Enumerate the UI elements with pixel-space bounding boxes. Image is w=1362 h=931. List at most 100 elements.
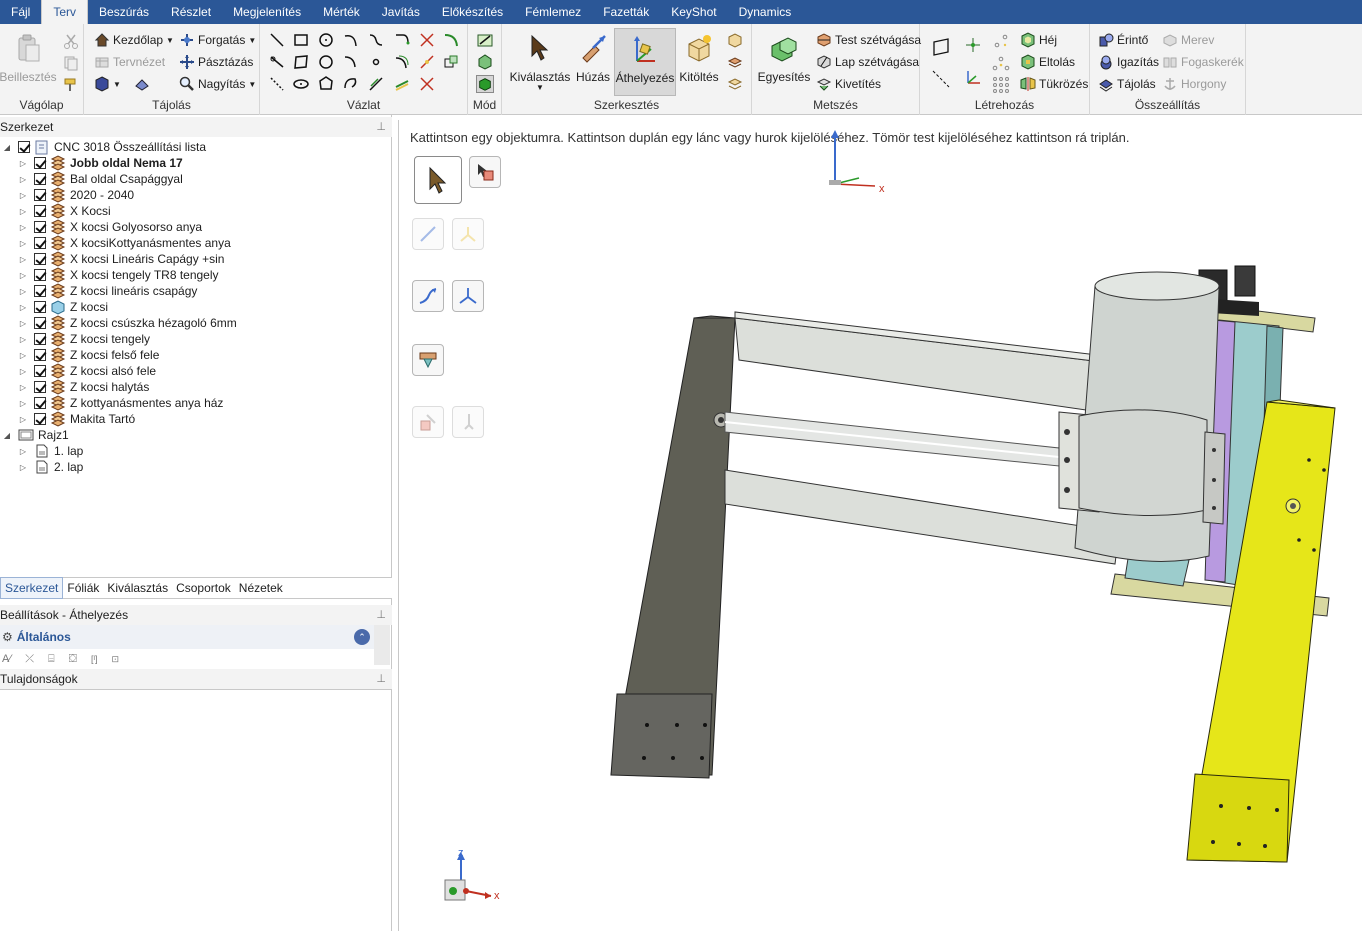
tab-views[interactable]: Nézetek (235, 578, 287, 598)
tab-layers[interactable]: Fóliák (63, 578, 103, 598)
expand-icon[interactable]: ▷ (18, 351, 28, 360)
align-button[interactable]: Igazítás (1098, 52, 1159, 72)
expand-icon[interactable]: ▷ (18, 415, 28, 424)
fill-tool-button[interactable]: Kitöltés (678, 28, 720, 84)
tangent-button[interactable]: Érintő (1098, 30, 1148, 50)
project-curve-icon[interactable] (442, 53, 460, 71)
tree-item[interactable]: ▷ Z kocsi lineáris csapágy (18, 283, 197, 299)
view-cube-button[interactable]: ▼ (94, 74, 150, 94)
expand-icon[interactable]: ▷ (18, 319, 28, 328)
expand-icon[interactable]: ▷ (18, 239, 28, 248)
tree-sheet-1[interactable]: ▷ 1. lap (18, 443, 83, 459)
construction-line-icon[interactable] (268, 75, 286, 93)
point-tool-icon[interactable] (367, 53, 385, 71)
expand-icon[interactable]: ▷ (18, 367, 28, 376)
visibility-checkbox[interactable] (34, 333, 46, 345)
tree-item[interactable]: ▷ Z kocsi felső fele (18, 347, 159, 363)
collapse-section-icon[interactable]: ⌃ (354, 629, 370, 645)
combine-button[interactable]: Egyesítés (758, 28, 810, 84)
copy-icon[interactable] (62, 54, 80, 72)
visibility-checkbox[interactable] (34, 205, 46, 217)
box-option-icon[interactable]: ⛋ (69, 653, 77, 666)
paste-button[interactable]: Beillesztés (0, 28, 57, 84)
spin-button[interactable]: Forgatás ▼ (179, 30, 256, 50)
visibility-checkbox[interactable] (34, 365, 46, 377)
tree-item[interactable]: ▷ X kocsi tengely TR8 tengely (18, 267, 219, 283)
offset-curve-icon[interactable] (393, 53, 411, 71)
3d-model-canvas[interactable]: x z x (399, 120, 1362, 931)
mirror-button[interactable]: Tükrözés (1020, 74, 1088, 94)
tangent-arc-tool-icon[interactable] (393, 31, 411, 49)
pin-icon[interactable]: ⊥ (376, 669, 386, 689)
sketch-mode-icon[interactable] (476, 31, 494, 49)
menu-prepare[interactable]: Előkészítés (431, 0, 514, 24)
visibility-checkbox[interactable] (34, 381, 46, 393)
menu-repair[interactable]: Javítás (371, 0, 431, 24)
axis-icon[interactable] (930, 68, 952, 90)
options-general-section[interactable]: ⚙ Általános ⌃ (0, 625, 374, 649)
tree-item[interactable]: ▷ X kocsiKottyanásmentes anya (18, 235, 231, 251)
visibility-checkbox[interactable] (34, 317, 46, 329)
collapse-icon[interactable]: ◢ (2, 143, 12, 152)
rectangle-tool-icon[interactable] (292, 31, 310, 49)
expand-icon[interactable]: ▷ (18, 463, 28, 472)
ellipse-tool-icon[interactable] (292, 75, 310, 93)
home-button[interactable]: Kezdőlap ▼ (94, 30, 174, 50)
gear-button[interactable]: Fogaskerék (1162, 52, 1244, 72)
xy-option-icon[interactable]: [ᴵ] (91, 654, 98, 664)
spline-tool-icon[interactable] (367, 31, 385, 49)
tab-groups[interactable]: Csoportok (172, 578, 235, 598)
options-scrollbar[interactable] (374, 625, 390, 665)
circular-pattern-icon[interactable] (992, 56, 1010, 74)
split-curve-icon[interactable] (393, 75, 411, 93)
visibility-checkbox[interactable] (34, 349, 46, 361)
tree-root[interactable]: ◢ CNC 3018 Összeállítási lista (2, 139, 206, 155)
pan-button[interactable]: Pásztázás (179, 52, 253, 72)
expand-icon[interactable]: ▷ (18, 271, 28, 280)
tree-item[interactable]: ▷ Jobb oldal Nema 17 (18, 155, 183, 171)
face-curve-icon[interactable] (367, 75, 385, 93)
visibility-checkbox[interactable] (34, 397, 46, 409)
expand-icon[interactable]: ▷ (18, 399, 28, 408)
select-tool-button[interactable]: Kiválasztás ▼ (510, 28, 570, 92)
zoom-button[interactable]: Nagyítás ▼ (179, 74, 256, 94)
left-frame-plate[interactable] (610, 315, 736, 779)
expand-icon[interactable]: ▷ (18, 287, 28, 296)
menu-file[interactable]: Fájl (0, 0, 41, 24)
spindle-clamp[interactable] (1058, 409, 1226, 525)
tree-sheet-2[interactable]: ▷ 2. lap (18, 459, 83, 475)
expand-icon[interactable]: ▷ (18, 223, 28, 232)
visibility-checkbox[interactable] (34, 301, 46, 313)
pin-icon[interactable]: ⊥ (376, 117, 386, 137)
project-button[interactable]: Kivetítés (816, 74, 881, 94)
split-face-button[interactable]: Lap szétvágása (816, 52, 919, 72)
lead-screw[interactable] (724, 411, 1060, 467)
anchor-button[interactable]: Horgony (1162, 74, 1226, 94)
xyz-option-icon[interactable]: ⊡ (112, 654, 120, 665)
expand-icon[interactable]: ▷ (18, 159, 28, 168)
tree-item[interactable]: ▷ Z kocsi halytás (18, 379, 149, 395)
plan-view-button[interactable]: Tervnézet (94, 52, 165, 72)
tree-item[interactable]: ▷ Z kocsi alsó fele (18, 363, 156, 379)
origin-icon[interactable] (964, 36, 982, 54)
cut-icon[interactable] (62, 32, 80, 50)
replace-icon[interactable] (726, 75, 744, 93)
polygon-tool-icon[interactable] (317, 75, 335, 93)
bend-tool-icon[interactable] (442, 31, 460, 49)
collapse-icon[interactable]: ◢ (2, 431, 12, 440)
visibility-checkbox[interactable] (34, 253, 46, 265)
menu-insert[interactable]: Beszúrás (88, 0, 160, 24)
extend-curve-icon[interactable] (418, 75, 436, 93)
3d-mode-icon[interactable] (476, 75, 494, 93)
expand-icon[interactable]: ▷ (18, 383, 28, 392)
expand-icon[interactable]: ▷ (18, 207, 28, 216)
trim-tool-icon[interactable] (418, 31, 436, 49)
visibility-checkbox[interactable] (34, 237, 46, 249)
tree-item[interactable]: ▷ Z kocsi csúszka hézagoló 6mm (18, 315, 237, 331)
menu-dynamics[interactable]: Dynamics (728, 0, 803, 24)
visibility-checkbox[interactable] (34, 413, 46, 425)
visibility-checkbox[interactable] (34, 285, 46, 297)
linear-pattern-icon[interactable] (992, 76, 1010, 94)
three-point-circle-icon[interactable] (317, 53, 335, 71)
three-point-rectangle-icon[interactable] (292, 53, 310, 71)
